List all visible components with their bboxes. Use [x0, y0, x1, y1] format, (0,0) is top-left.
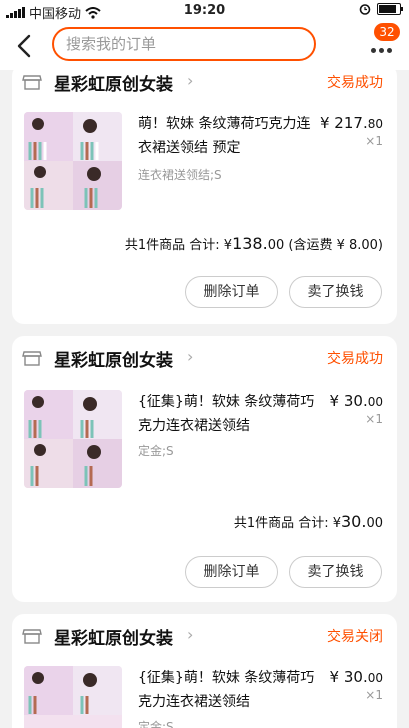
shipping-note: (含运费 ¥ 8.00)	[288, 238, 383, 253]
order-status: 交易成功	[327, 351, 383, 367]
more-dots-icon	[371, 48, 392, 53]
order-status: 交易关闭	[327, 629, 383, 645]
product-price: ¥ 30.00	[329, 392, 383, 410]
order-card[interactable]: 星彩虹原创女装 › 交易成功 {征集}萌！软妹 条纹薄荷巧克力连衣裙送领结 定金…	[12, 336, 397, 602]
store-icon	[22, 629, 42, 644]
back-icon[interactable]	[12, 32, 36, 60]
product-thumbnail[interactable]	[24, 390, 122, 488]
more-button[interactable]: 32	[366, 23, 402, 62]
product-thumbnail[interactable]	[24, 666, 122, 728]
status-bar: 中国移动 19:20	[0, 0, 409, 22]
product-sku: 定金;S	[138, 720, 174, 728]
product-thumbnail[interactable]	[24, 112, 122, 210]
status-time: 19:20	[183, 3, 226, 18]
product-title[interactable]: 萌！软妹 条纹薄荷巧克力连衣裙送领结 预定	[138, 112, 318, 160]
product-title[interactable]: {征集}萌！软妹 条纹薄荷巧克力连衣裙送领结	[138, 666, 318, 714]
battery-icon	[377, 3, 403, 15]
store-icon	[22, 75, 42, 90]
shop-name[interactable]: 星彩虹原创女装	[54, 624, 173, 649]
notification-badge: 32	[374, 23, 400, 41]
chevron-right-icon: ›	[187, 71, 194, 90]
delete-order-button[interactable]: 删除订单	[185, 276, 278, 308]
nav-bar: 搜索我的订单 32	[0, 22, 409, 70]
order-card[interactable]: 星彩虹原创女装 › 交易成功 萌！软妹 条纹薄荷巧克力连衣裙送领结 预定 连衣裙…	[12, 70, 397, 324]
order-summary: 共1件商品 合计: ¥30.00	[233, 512, 383, 531]
alarm-icon	[359, 4, 371, 15]
product-sku: 连衣裙送领结;S	[138, 168, 222, 182]
product-quantity: ×1	[365, 134, 383, 148]
chevron-right-icon: ›	[187, 625, 194, 644]
shop-name[interactable]: 星彩虹原创女装	[54, 70, 173, 95]
order-card[interactable]: 星彩虹原创女装 › 交易关闭 {征集}萌！软妹 条纹薄荷巧克力连衣裙送领结 定金…	[12, 614, 397, 728]
search-input[interactable]: 搜索我的订单	[52, 27, 316, 61]
product-quantity: ×1	[365, 412, 383, 426]
order-list: 星彩虹原创女装 › 交易成功 萌！软妹 条纹薄荷巧克力连衣裙送领结 预定 连衣裙…	[0, 70, 409, 728]
product-price: ¥ 217.80	[320, 114, 383, 132]
order-status: 交易成功	[327, 75, 383, 91]
delete-order-button[interactable]: 删除订单	[185, 556, 278, 588]
product-sku: 定金;S	[138, 444, 174, 458]
product-price: ¥ 30.00	[329, 668, 383, 686]
order-summary: 共1件商品 合计: ¥138.00 (含运费 ¥ 8.00)	[124, 234, 383, 253]
product-title[interactable]: {征集}萌！软妹 条纹薄荷巧克力连衣裙送领结	[138, 390, 318, 438]
chevron-right-icon: ›	[187, 347, 194, 366]
product-quantity: ×1	[365, 688, 383, 702]
store-icon	[22, 351, 42, 366]
shop-name[interactable]: 星彩虹原创女装	[54, 346, 173, 371]
resell-button[interactable]: 卖了换钱	[289, 556, 382, 588]
resell-button[interactable]: 卖了换钱	[289, 276, 382, 308]
